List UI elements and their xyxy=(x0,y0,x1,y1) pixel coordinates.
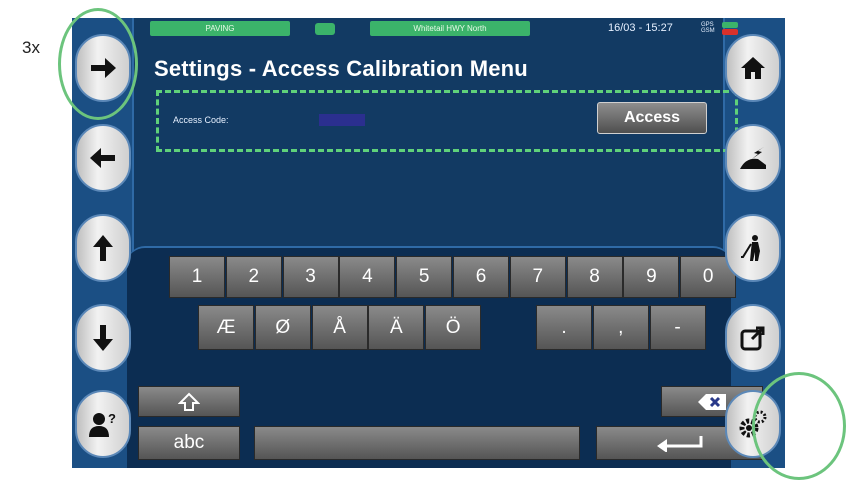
status-bar: PAVING Whitetail HWY North 16/03 - 15:27… xyxy=(150,21,738,37)
key-punct[interactable]: . xyxy=(536,305,592,350)
user-help-button[interactable]: ? xyxy=(75,390,131,458)
key-letter[interactable]: Ä xyxy=(368,305,425,350)
key-punct[interactable]: - xyxy=(649,305,706,350)
key-punct[interactable]: , xyxy=(592,305,649,350)
abc-key[interactable]: abc xyxy=(138,426,240,460)
key-5[interactable]: 5 xyxy=(396,256,453,298)
space-key[interactable] xyxy=(254,426,580,460)
worker-button[interactable] xyxy=(725,214,781,282)
key-letter[interactable]: Æ xyxy=(198,305,254,350)
shift-icon xyxy=(178,392,200,411)
home-icon xyxy=(741,57,765,79)
arrow-down-button[interactable] xyxy=(75,304,131,372)
key-letter[interactable]: Ö xyxy=(425,305,482,350)
datetime: 16/03 - 15:27 xyxy=(608,22,673,34)
key-7[interactable]: 7 xyxy=(509,256,566,298)
export-icon xyxy=(740,326,765,351)
key-1[interactable]: 1 xyxy=(169,256,225,298)
access-code-panel: Access Code: Access xyxy=(156,90,738,152)
paver-button[interactable] xyxy=(725,124,781,192)
worker-icon xyxy=(741,235,760,261)
arrow-down-icon xyxy=(93,325,113,351)
arrow-left-button[interactable] xyxy=(75,124,131,192)
key-letter[interactable]: Ø xyxy=(254,305,311,350)
key-2[interactable]: 2 xyxy=(225,256,282,298)
backspace-icon xyxy=(698,393,726,410)
highlight-circle-settings xyxy=(752,372,846,480)
key-3[interactable]: 3 xyxy=(282,256,339,298)
gps-gsm-labels: GPS GSM xyxy=(701,22,715,34)
user-help-icon: ? xyxy=(89,411,116,437)
gsm-status-indicator xyxy=(722,29,738,35)
gps-status-indicator xyxy=(722,22,738,28)
highlight-circle-arrow-right xyxy=(58,8,138,120)
paver-icon xyxy=(740,147,766,169)
repeat-annotation: 3x xyxy=(22,38,40,57)
export-button[interactable] xyxy=(725,304,781,372)
key-6[interactable]: 6 xyxy=(453,256,509,298)
enter-icon xyxy=(656,436,702,452)
key-8[interactable]: 8 xyxy=(566,256,623,298)
arrow-up-button[interactable] xyxy=(75,214,131,282)
status-light xyxy=(315,23,335,35)
arrow-left-icon xyxy=(90,148,115,168)
road-indicator: Whitetail HWY North xyxy=(370,21,530,36)
key-4[interactable]: 4 xyxy=(339,256,396,298)
access-code-label: Access Code: xyxy=(173,115,229,125)
page-title: Settings - Access Calibration Menu xyxy=(154,56,528,81)
access-code-input[interactable] xyxy=(319,114,365,126)
home-button[interactable] xyxy=(725,34,781,102)
mode-indicator: PAVING xyxy=(150,21,290,36)
key-9[interactable]: 9 xyxy=(623,256,680,298)
device-screen: PAVING Whitetail HWY North 16/03 - 15:27… xyxy=(72,18,785,468)
svg-text:?: ? xyxy=(108,411,116,426)
access-button[interactable]: Access xyxy=(597,102,707,134)
arrow-up-icon xyxy=(93,235,113,261)
shift-key[interactable] xyxy=(138,386,240,417)
key-letter[interactable]: Å xyxy=(311,305,368,350)
